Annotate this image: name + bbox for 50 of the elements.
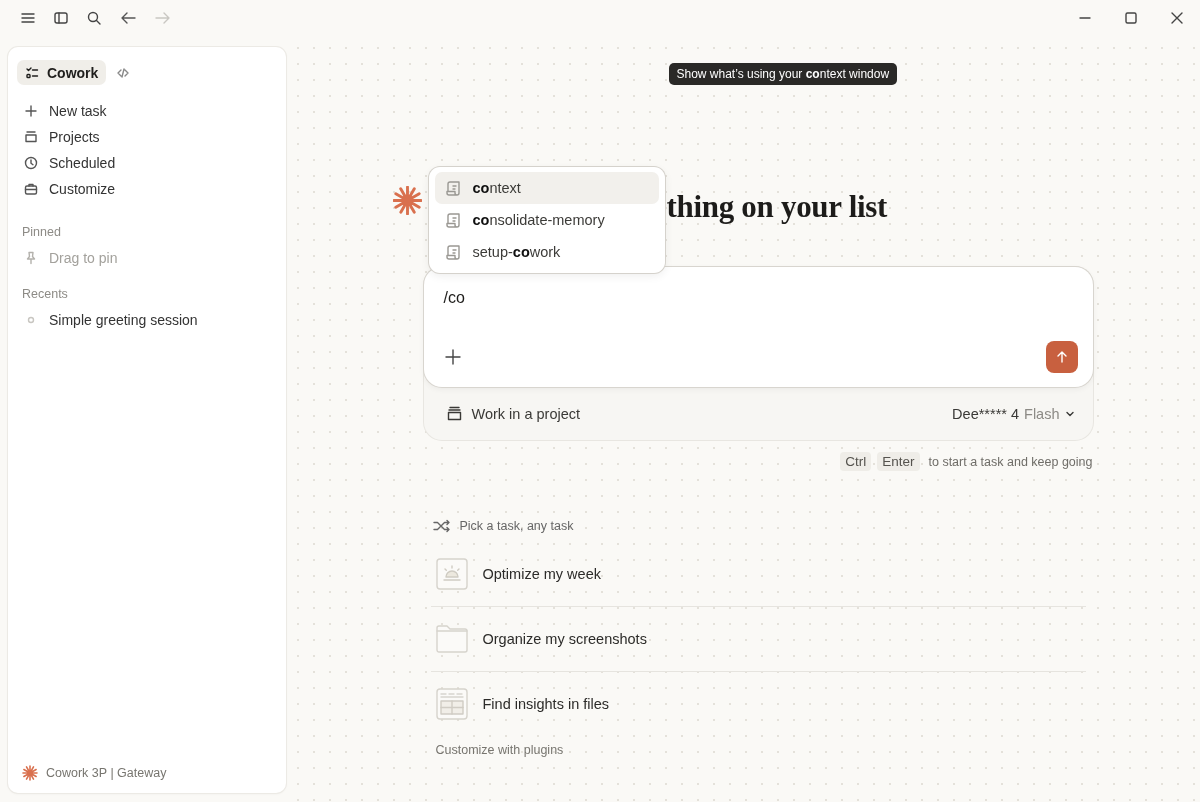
task-suggestion[interactable]: Organize my screenshots <box>430 607 1086 672</box>
nav-item[interactable]: Projects <box>17 124 277 150</box>
command-item[interactable]: consolidate-memory <box>434 204 659 236</box>
key-cap: Enter <box>877 452 920 471</box>
menu-icon[interactable] <box>20 10 36 26</box>
section-heading: Pick a task, any task <box>459 519 574 533</box>
sparkle-logo-icon <box>22 765 38 781</box>
key-cap: Ctrl <box>840 452 872 471</box>
nav-item[interactable]: New task <box>17 98 277 124</box>
plus-icon <box>23 103 39 119</box>
command-item[interactable]: context <box>434 172 659 204</box>
sun-icon <box>435 558 468 590</box>
mode-tab[interactable]: Cowork <box>17 60 107 85</box>
shortcut-hint: to start a task and keep going <box>928 454 1093 469</box>
search-icon[interactable] <box>86 10 102 26</box>
maximize-icon[interactable] <box>1124 11 1138 25</box>
task-suggestion[interactable]: Find insights in files <box>430 672 1086 736</box>
close-icon[interactable] <box>1170 11 1184 25</box>
clock-icon <box>23 155 39 171</box>
workspace-name[interactable]: Cowork 3P | Gateway <box>46 766 167 780</box>
back-arrow-icon[interactable] <box>119 10 137 26</box>
folder-icon <box>435 623 468 655</box>
project-button[interactable]: Work in a project <box>445 405 581 422</box>
section-heading: Pinned <box>21 224 62 241</box>
send-button[interactable] <box>1045 341 1078 373</box>
table-icon <box>435 688 468 720</box>
nav-item[interactable]: Scheduled <box>17 150 277 176</box>
plus-icon[interactable] <box>443 348 462 366</box>
plugins-link[interactable]: Customize with plugins <box>435 743 564 757</box>
shuffle-icon[interactable] <box>432 519 451 533</box>
page-heading: thing on your list <box>666 189 888 225</box>
task-suggestion[interactable]: Optimize my week <box>430 542 1086 607</box>
pin-hint: Drag to pin <box>17 245 277 271</box>
recent-item[interactable]: Simple greeting session <box>17 307 277 333</box>
tooltip: Show what’s using your context window <box>668 63 898 85</box>
model-selector[interactable]: Dee***** 4 Flash <box>952 405 1075 422</box>
nav-item[interactable]: Customize <box>17 176 277 202</box>
command-item[interactable]: setup-cowork <box>434 236 659 268</box>
briefcase-icon <box>23 181 39 197</box>
tray-icon <box>23 129 39 145</box>
scroll-icon <box>444 243 463 261</box>
prompt-box[interactable]: /co <box>423 267 1093 387</box>
section-heading: Recents <box>21 286 69 303</box>
code-icon[interactable] <box>116 65 131 80</box>
checklist-icon <box>25 65 39 80</box>
scroll-icon <box>444 179 463 197</box>
sidebar-toggle-icon[interactable] <box>53 10 69 26</box>
scroll-icon <box>444 211 463 229</box>
tray-icon <box>445 405 463 422</box>
sparkle-logo-icon <box>392 185 422 215</box>
